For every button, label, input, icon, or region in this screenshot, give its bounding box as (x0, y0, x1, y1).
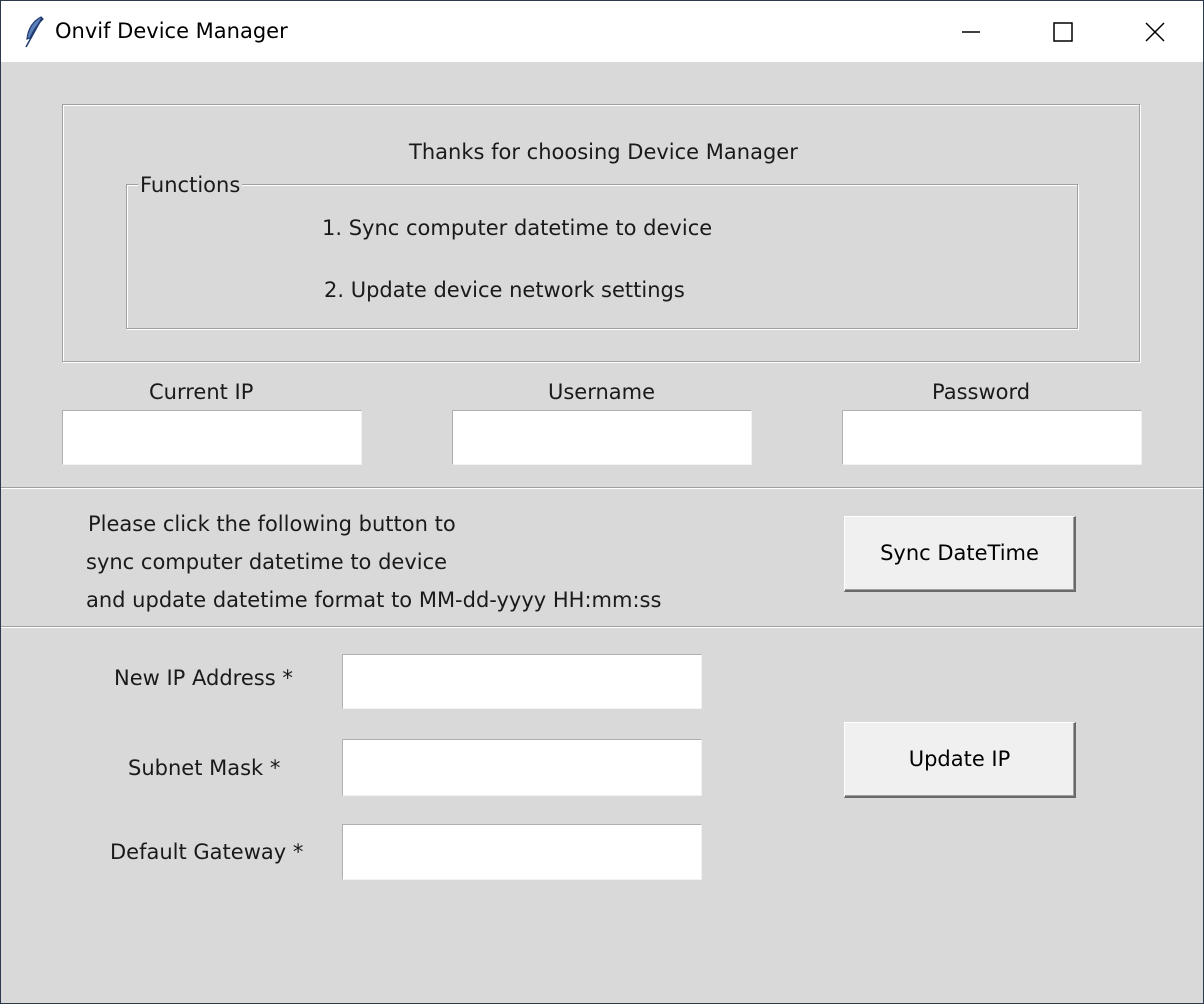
password-input[interactable] (842, 410, 1142, 465)
function-item-network: 2. Update device network settings (324, 278, 685, 302)
close-icon (1145, 22, 1165, 42)
subnet-mask-label: Subnet Mask * (128, 756, 281, 780)
function-item-sync: 1. Sync computer datetime to device (322, 216, 713, 240)
sync-instruction-line-2: sync computer datetime to device (86, 550, 448, 574)
title-bar[interactable]: Onvif Device Manager (1, 1, 1203, 62)
thanks-text: Thanks for choosing Device Manager (409, 140, 798, 164)
username-label: Username (548, 380, 656, 404)
sync-datetime-button-label: Sync DateTime (880, 541, 1039, 565)
password-label: Password (932, 380, 1031, 404)
functions-label: Functions (138, 172, 243, 198)
username-input[interactable] (452, 410, 752, 465)
sync-instruction-line-1: Please click the following button to (88, 512, 456, 536)
default-gateway-label: Default Gateway * (110, 840, 304, 864)
maximize-icon (1053, 22, 1073, 42)
current-ip-label: Current IP (149, 380, 254, 404)
separator-top (1, 487, 1203, 489)
subnet-mask-input[interactable] (342, 739, 702, 796)
window-title: Onvif Device Manager (55, 19, 288, 43)
update-ip-button[interactable]: Update IP (844, 722, 1076, 798)
feather-app-icon (25, 16, 44, 48)
separator-bottom (1, 626, 1203, 628)
default-gateway-input[interactable] (342, 824, 702, 880)
functions-groupbox (126, 184, 1078, 329)
new-ip-input[interactable] (342, 654, 702, 709)
current-ip-input[interactable] (62, 410, 362, 465)
close-button[interactable] (1109, 2, 1201, 63)
sync-instruction-line-3: and update datetime format to MM-dd-yyyy… (86, 588, 662, 612)
maximize-button[interactable] (1017, 2, 1109, 63)
minimize-button[interactable] (925, 2, 1017, 63)
sync-datetime-button[interactable]: Sync DateTime (844, 516, 1076, 592)
update-ip-button-label: Update IP (908, 747, 1011, 771)
new-ip-label: New IP Address * (114, 666, 293, 690)
minimize-icon (962, 31, 980, 33)
